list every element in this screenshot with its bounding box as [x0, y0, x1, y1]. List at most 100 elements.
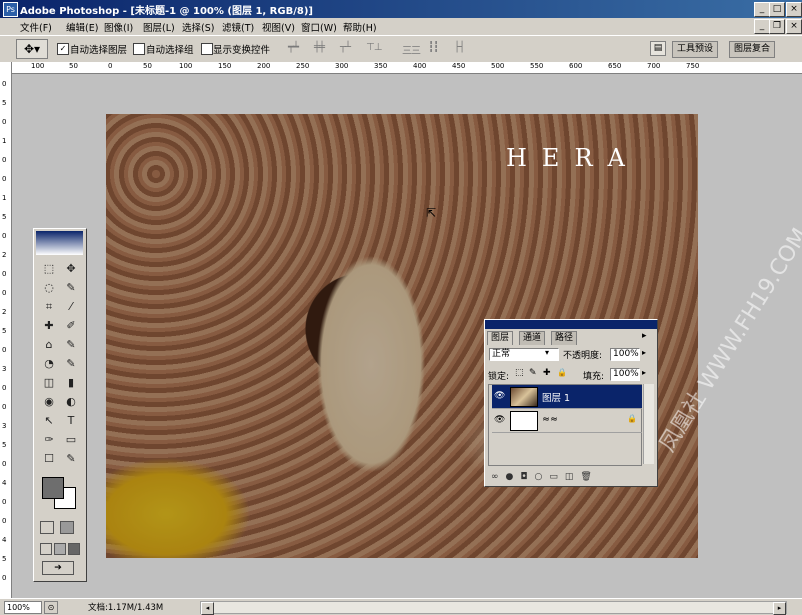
menu-select[interactable]: 选择(S) [182, 20, 214, 34]
toolbox: ⬚ ✥ ◌ ✎ ⌗ ⁄ ✚ ✐ ⌂ ✎ ◔ ✎ ◫ ▮ ◉ ◐ ↖ T ✑ ▭ ☐ ✎ ➔ [33, 228, 87, 582]
layers-palette-titlebar[interactable] [485, 320, 657, 329]
clone-stamp-tool-icon[interactable]: ⌂ [40, 337, 58, 353]
scroll-left-icon[interactable]: ◂ [201, 602, 214, 615]
distribute-top-icon[interactable]: 三三 [402, 42, 428, 57]
ruler-label: 5 [2, 327, 7, 335]
tab-layer-comps[interactable]: 图层复合 [729, 41, 776, 58]
ruler-label: 50 [143, 62, 152, 70]
brush-tool-icon[interactable]: ✐ [62, 318, 80, 334]
adjustment-layer-icon[interactable]: ○ [534, 472, 549, 482]
hand-tool-icon[interactable]: ☐ [40, 451, 58, 467]
auto-select-layer-checkbox[interactable]: ✓ [57, 43, 69, 55]
opacity-arrow-icon[interactable]: ▸ [642, 348, 646, 357]
palette-menu-icon[interactable]: ▸ [642, 331, 647, 341]
ruler-label: 0 [2, 175, 7, 183]
tab-channels[interactable]: 通道 [519, 331, 546, 345]
align-bottom-icon[interactable]: ┬┴ [340, 42, 366, 54]
type-tool-icon[interactable]: ◐ [62, 394, 80, 410]
align-top-icon[interactable]: ┯┷ [288, 42, 314, 54]
slice-tool-icon[interactable]: ⁄ [62, 299, 80, 315]
gradient-tool-icon[interactable]: ✎ [62, 356, 80, 372]
menu-window[interactable]: 窗口(W) [301, 20, 337, 34]
shape-tool-icon[interactable]: T [62, 413, 80, 429]
quick-mask-icon[interactable] [60, 521, 74, 534]
move-tool-icon[interactable]: ✥ [62, 261, 80, 277]
minimize-button[interactable]: _ [754, 2, 770, 17]
notes-tool-icon[interactable]: ✑ [40, 432, 58, 448]
auto-select-group-checkbox[interactable] [133, 43, 145, 55]
doc-close-button[interactable]: × [786, 19, 802, 34]
ruler-label: 150 [218, 62, 232, 70]
tab-paths[interactable]: 路径 [551, 331, 578, 345]
menu-help[interactable]: 帮助(H) [343, 20, 377, 34]
new-layer-icon[interactable]: ◫ [565, 472, 581, 482]
screen-mode-1-icon[interactable] [40, 543, 52, 555]
status-info-icon[interactable]: ⊙ [44, 601, 58, 614]
ruler-label: 650 [608, 62, 622, 70]
tab-layers[interactable]: 图层 [487, 331, 514, 345]
healing-tool-icon[interactable]: ✚ [40, 318, 58, 334]
blur-tool-icon[interactable]: ◫ [40, 375, 58, 391]
scroll-right-icon[interactable]: ▸ [773, 602, 786, 615]
pen-tool-icon[interactable]: ↖ [40, 413, 58, 429]
standard-mode-icon[interactable] [40, 521, 54, 534]
move-tool-icon[interactable]: ✥▾ [16, 39, 48, 59]
align-middle-icon[interactable]: ╪╪ [314, 42, 340, 54]
align-left-icon[interactable]: ⊤⊥ [366, 42, 392, 54]
status-bar: 100% ⊙ 文档:1.17M/1.43M ◂ ▸ [0, 598, 802, 615]
link-layers-icon[interactable]: ∞ [491, 472, 506, 482]
lock-all-icon[interactable]: 🔒 [557, 368, 567, 377]
lasso-tool-icon[interactable]: ◌ [40, 280, 58, 296]
screen-mode-2-icon[interactable] [54, 543, 66, 555]
show-transform-checkbox[interactable] [201, 43, 213, 55]
layers-scrollbar[interactable] [643, 384, 654, 464]
path-select-tool-icon[interactable]: ◉ [40, 394, 58, 410]
zoom-tool-icon[interactable]: ✎ [62, 451, 80, 467]
menu-filter[interactable]: 滤镜(T) [222, 20, 254, 34]
layer-style-icon[interactable]: ● [506, 472, 521, 482]
crop-tool-icon[interactable]: ⌗ [40, 299, 58, 315]
menu-image[interactable]: 图像(I) [104, 20, 133, 34]
menu-view[interactable]: 视图(V) [262, 20, 295, 34]
ruler-label: 550 [530, 62, 544, 70]
horizontal-scrollbar[interactable]: ◂ ▸ [200, 601, 787, 615]
lock-image-icon[interactable]: ✎ [529, 368, 537, 378]
trash-icon[interactable]: 🗑 [580, 472, 598, 482]
close-button[interactable]: × [786, 2, 802, 17]
menu-file[interactable]: 文件(F) [20, 20, 52, 34]
lock-transparency-icon[interactable]: ⬚ [515, 368, 524, 378]
ruler-label: 200 [257, 62, 271, 70]
layer-row-background[interactable]: 👁 ≈≈ 🔒 [492, 409, 642, 433]
marquee-tool-icon[interactable]: ⬚ [40, 261, 58, 277]
menu-edit[interactable]: 编辑(E) [66, 20, 98, 34]
layer-row-1[interactable]: 👁 图层 1 [492, 385, 642, 409]
file-browser-icon[interactable]: ▤ [650, 41, 666, 56]
visibility-eye-icon[interactable]: 👁 [494, 391, 506, 401]
window-title: Adobe Photoshop - [未标题-1 @ 100% (图层 1, R… [20, 6, 313, 17]
distribute-middle-icon[interactable]: ┇┇ [428, 42, 454, 54]
zoom-field[interactable]: 100% [4, 601, 42, 614]
screen-mode-3-icon[interactable] [68, 543, 80, 555]
opacity-input[interactable]: 100% [610, 348, 640, 361]
foreground-color-swatch[interactable] [42, 477, 64, 499]
doc-minimize-button[interactable]: _ [754, 19, 770, 34]
visibility-eye-icon[interactable]: 👁 [494, 415, 506, 425]
dodge-tool-icon[interactable]: ▮ [62, 375, 80, 391]
magic-wand-tool-icon[interactable]: ✎ [62, 280, 80, 296]
menu-layer[interactable]: 图层(L) [143, 20, 175, 34]
history-brush-tool-icon[interactable]: ✎ [62, 337, 80, 353]
imageready-icon[interactable]: ➔ [42, 561, 74, 575]
lock-position-icon[interactable]: ✚ [543, 368, 551, 378]
layers-footer-icons: ∞●◘○▭◫🗑 [491, 472, 599, 482]
eraser-tool-icon[interactable]: ◔ [40, 356, 58, 372]
maximize-button[interactable]: □ [769, 2, 785, 17]
fill-input[interactable]: 100% [610, 368, 640, 381]
distribute-bottom-icon[interactable]: ├┤ [454, 42, 480, 54]
new-group-icon[interactable]: ▭ [549, 472, 565, 482]
fill-arrow-icon[interactable]: ▸ [642, 368, 646, 377]
layer-mask-icon[interactable]: ◘ [520, 472, 534, 482]
doc-restore-button[interactable]: ❐ [769, 19, 785, 34]
eyedropper-tool-icon[interactable]: ▭ [62, 432, 80, 448]
tab-tool-presets[interactable]: 工具预设 [672, 41, 719, 58]
ruler-label: 5 [2, 213, 7, 221]
